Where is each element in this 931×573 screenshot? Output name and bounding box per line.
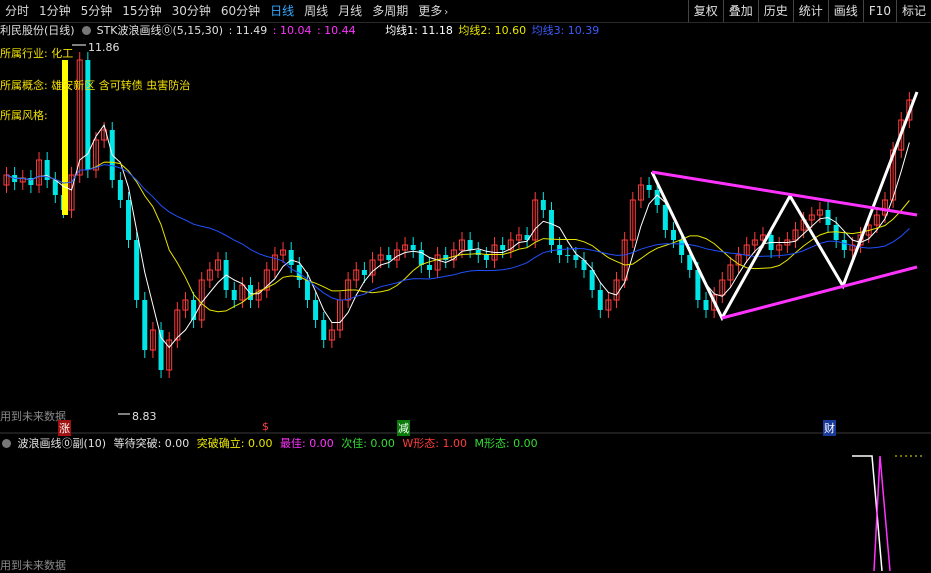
low-price-label: 8.83 bbox=[132, 410, 157, 423]
style-label: 所属风格: bbox=[0, 109, 48, 122]
event-marker-zhang[interactable]: 涨 bbox=[58, 420, 71, 436]
sub-indicator-bar: 波浪画线⓪副(10) 等待突破: 0.00 突破确立: 0.00 最佳: 0.0… bbox=[0, 436, 538, 452]
sub-m-shape: M形态: 0.00 bbox=[474, 437, 538, 450]
candle-body bbox=[703, 300, 709, 310]
ma2-line bbox=[6, 161, 910, 313]
future-data-note: 用到未来数据 bbox=[0, 410, 66, 423]
candle-body bbox=[597, 290, 603, 310]
industry-label: 所属行业: 化工 bbox=[0, 47, 74, 60]
channel-lower-line bbox=[721, 265, 918, 320]
candle-body bbox=[483, 255, 489, 260]
high-price-label: 11.86 bbox=[88, 41, 120, 54]
sub-best: 最佳: 0.00 bbox=[280, 437, 334, 450]
candle-body bbox=[467, 240, 473, 250]
candle-body bbox=[361, 270, 367, 275]
sub-indicator-toggle-icon[interactable] bbox=[2, 439, 11, 448]
sub-waiting: 等待突破: 0.00 bbox=[113, 437, 190, 450]
candle-body bbox=[841, 240, 847, 250]
candle-body bbox=[288, 250, 294, 265]
candle-body bbox=[386, 255, 392, 260]
candle-body bbox=[142, 300, 148, 350]
candle-body bbox=[52, 180, 58, 195]
concept-label: 所属概念: 雄安新区 含可转债 虫害防治 bbox=[0, 79, 191, 92]
candle-body bbox=[662, 205, 668, 230]
sub-signal-line-magenta bbox=[873, 455, 891, 571]
candle-body bbox=[500, 245, 506, 250]
candle-body bbox=[304, 280, 310, 300]
wave-line bbox=[650, 91, 919, 322]
event-marker-reduce[interactable]: 减 bbox=[397, 420, 410, 436]
event-marker-dividend[interactable]: $ bbox=[262, 420, 269, 433]
sub-indicator-title[interactable]: 波浪画线⓪副(10) bbox=[18, 437, 107, 450]
candle-body bbox=[589, 270, 595, 290]
candle-body bbox=[548, 210, 554, 245]
candle-body bbox=[126, 200, 132, 240]
candle-body bbox=[679, 240, 685, 255]
event-marker-finance[interactable]: 财 bbox=[823, 420, 836, 436]
ma1-line bbox=[6, 123, 910, 349]
candle-body bbox=[231, 290, 237, 300]
candle-body bbox=[426, 265, 432, 270]
sub-w-shape: W形态: 1.00 bbox=[402, 437, 467, 450]
candle-body bbox=[565, 255, 571, 256]
candle-body bbox=[134, 240, 140, 300]
candle-body bbox=[540, 200, 546, 210]
sub-confirmed: 突破确立: 0.00 bbox=[196, 437, 273, 450]
candle-body bbox=[646, 185, 652, 190]
ma3-line bbox=[6, 164, 910, 301]
candle-body bbox=[833, 225, 839, 240]
candle-body bbox=[313, 300, 319, 320]
candle-body bbox=[670, 230, 676, 240]
sub-second: 次佳: 0.00 bbox=[341, 437, 395, 450]
candle-body bbox=[410, 245, 416, 250]
candle-body bbox=[321, 320, 327, 340]
candle-body bbox=[117, 180, 123, 200]
